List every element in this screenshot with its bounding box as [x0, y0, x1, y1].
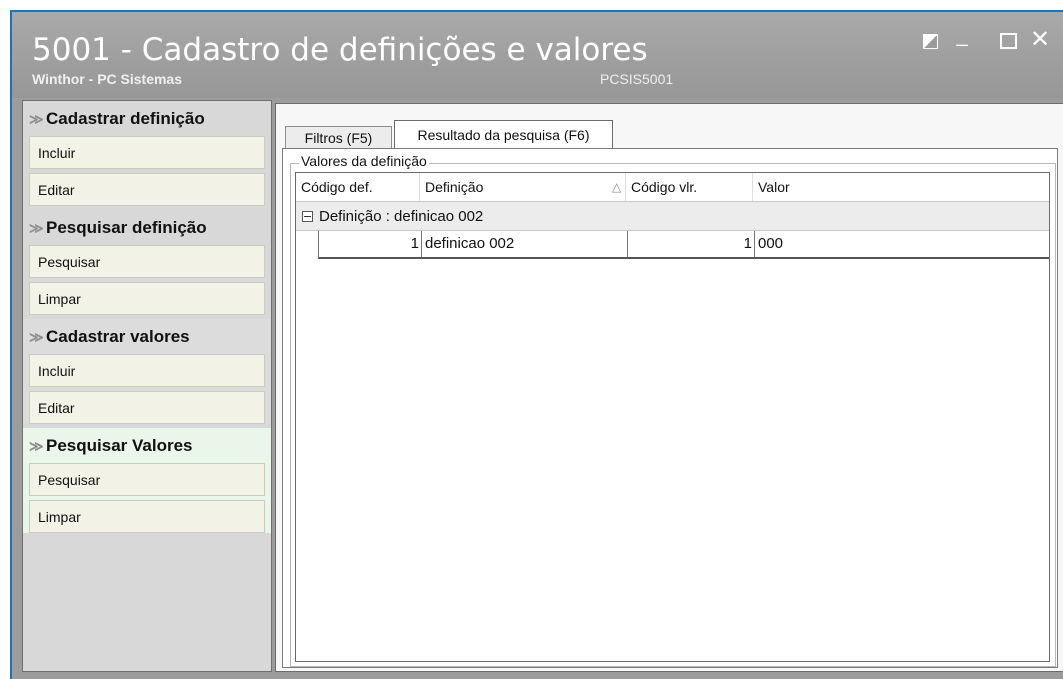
cell-codigo-def: 1	[319, 231, 422, 257]
group-header-pesquisar-valores[interactable]: ≫ Pesquisar Valores	[29, 432, 265, 460]
editar-definicao-button[interactable]: Editar	[29, 173, 265, 206]
group-header-label: Pesquisar definição	[46, 218, 207, 237]
maximize-icon	[999, 33, 1017, 49]
chevron-down-icon: ≫	[29, 110, 44, 127]
action-sidebar: ≫ Cadastrar definição Incluir Editar ≫ P…	[22, 100, 272, 672]
tab-resultado-pesquisa[interactable]: Resultado da pesquisa (F6)	[394, 120, 613, 148]
results-grid[interactable]: Código def. Definição △ Código vlr. Valo…	[295, 172, 1050, 662]
group-header-label: Cadastrar definição	[46, 109, 205, 128]
group-cadastrar-definicao: ≫ Cadastrar definição Incluir Editar	[23, 101, 271, 206]
window-subtitle: Winthor - PC Sistemas	[32, 71, 183, 87]
window-title: 5001 - Cadastro de definições e valores	[32, 32, 648, 68]
pesquisar-definicao-button[interactable]: Pesquisar	[29, 245, 265, 278]
column-header-codigo-def[interactable]: Código def.	[296, 173, 420, 201]
table-row[interactable]: 1 definicao 002 1 000	[318, 231, 1049, 259]
sort-ascending-icon: △	[612, 180, 622, 194]
group-pesquisar-valores: ≫ Pesquisar Valores Pesquisar Limpar	[23, 428, 271, 533]
group-header-pesquisar-definicao[interactable]: ≫ Pesquisar definição	[29, 214, 265, 242]
program-code: PCSIS5001	[600, 71, 674, 87]
chevron-down-icon: ≫	[29, 219, 44, 236]
main-panel: Filtros (F5) Resultado da pesquisa (F6) …	[275, 103, 1063, 672]
group-header-label: Cadastrar valores	[46, 327, 190, 346]
collapse-icon[interactable]	[302, 210, 313, 222]
chevron-down-icon: ≫	[29, 328, 44, 345]
editar-valor-button[interactable]: Editar	[29, 391, 265, 424]
minimize-button[interactable]: _	[950, 26, 974, 50]
results-tab-panel: Valores da definição Código def. Definiç…	[282, 148, 1058, 668]
cell-codigo-vlr: 1	[628, 231, 755, 257]
close-button[interactable]: ✕	[1028, 28, 1052, 54]
column-header-codigo-vlr[interactable]: Código vlr.	[626, 173, 753, 201]
title-bar[interactable]: 5001 - Cadastro de definições e valores …	[12, 12, 1063, 98]
group-cadastrar-valores: ≫ Cadastrar valores Incluir Editar	[23, 319, 271, 424]
group-header-cadastrar-valores[interactable]: ≫ Cadastrar valores	[29, 323, 265, 351]
incluir-definicao-button[interactable]: Incluir	[29, 136, 265, 169]
group-header-cadastrar-definicao[interactable]: ≫ Cadastrar definição	[29, 105, 265, 133]
tab-filtros[interactable]: Filtros (F5)	[285, 126, 392, 148]
column-header-valor[interactable]: Valor	[753, 173, 1049, 201]
restore-icon	[922, 34, 938, 49]
column-header-definicao[interactable]: Definição	[420, 173, 626, 201]
group-header-label: Pesquisar Valores	[46, 436, 193, 455]
restore-button[interactable]	[918, 30, 942, 54]
limpar-valores-button[interactable]: Limpar	[29, 500, 265, 533]
chevron-down-icon: ≫	[29, 437, 44, 454]
maximize-button[interactable]	[996, 30, 1020, 54]
app-window: 5001 - Cadastro de definições e valores …	[10, 10, 1063, 679]
group-box-legend: Valores da definição	[299, 153, 429, 169]
cell-definicao: definicao 002	[422, 231, 628, 257]
limpar-definicao-button[interactable]: Limpar	[29, 282, 265, 315]
grid-group-row[interactable]: Definição : definicao 002	[296, 202, 1049, 231]
pesquisar-valores-button[interactable]: Pesquisar	[29, 463, 265, 496]
group-row-label: Definição : definicao 002	[319, 207, 484, 225]
cell-valor: 000	[758, 235, 784, 252]
group-pesquisar-definicao: ≫ Pesquisar definição Pesquisar Limpar	[23, 210, 271, 315]
incluir-valor-button[interactable]: Incluir	[29, 354, 265, 387]
grid-header: Código def. Definição △ Código vlr. Valo…	[296, 173, 1049, 202]
